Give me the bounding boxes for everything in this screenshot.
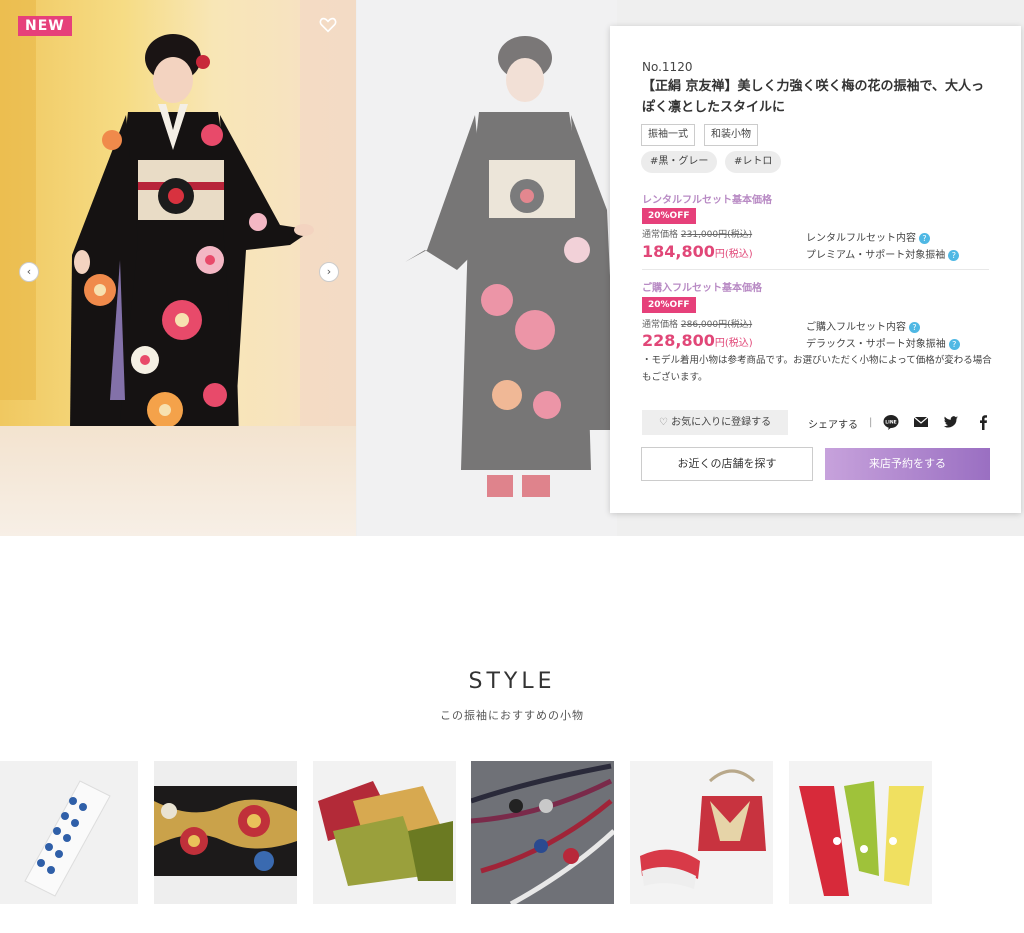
main-product-photo[interactable]: NEW ‹ › bbox=[0, 0, 356, 536]
hashtag-black-gray[interactable]: #黒・グレー bbox=[641, 151, 718, 173]
rental-regular-price: 通常価格 231,000円(税込) bbox=[642, 227, 752, 240]
chevron-right-icon: › bbox=[326, 265, 332, 278]
rental-discount-badge: 20%OFF bbox=[642, 208, 696, 224]
product-info-card: No.1120 【正絹 京友禅】美しく力強く咲く梅の花の振袖で、大人っぽく凛とし… bbox=[610, 26, 1021, 513]
purchase-set-contents-link[interactable]: ご購入フルセット内容? bbox=[806, 318, 920, 333]
prev-image-button[interactable]: ‹ bbox=[19, 262, 39, 282]
help-icon[interactable]: ? bbox=[948, 338, 960, 350]
deluxe-support-link[interactable]: デラックス・サポート対象振袖? bbox=[806, 335, 960, 350]
chevron-left-icon: ‹ bbox=[26, 265, 32, 278]
rental-section-title: レンタルフルセット基本価格 bbox=[642, 195, 772, 206]
rental-set-contents-link[interactable]: レンタルフルセット内容? bbox=[806, 229, 930, 244]
twitter-icon[interactable] bbox=[943, 414, 959, 430]
regular-price-value: 286,000円(税込) bbox=[680, 320, 753, 330]
hashtag-retro[interactable]: #レトロ bbox=[725, 151, 782, 173]
heart-icon[interactable] bbox=[319, 16, 337, 34]
tag-furisode-set[interactable]: 振袖一式 bbox=[641, 124, 695, 146]
help-icon[interactable]: ? bbox=[909, 321, 920, 333]
next-image-button[interactable]: › bbox=[319, 262, 339, 282]
style-subheading: この振袖におすすめの小物 bbox=[440, 709, 584, 722]
new-badge: NEW bbox=[18, 16, 72, 36]
secondary-product-photo[interactable] bbox=[357, 0, 617, 536]
share-divider: | bbox=[869, 417, 873, 428]
accessory-item-obi[interactable] bbox=[154, 761, 297, 904]
haneri-image bbox=[24, 780, 111, 897]
facebook-icon[interactable] bbox=[975, 414, 991, 430]
divider bbox=[642, 269, 989, 270]
date-eri-image bbox=[799, 781, 924, 896]
product-number: No.1120 bbox=[642, 60, 693, 74]
tag-wasou-komono[interactable]: 和装小物 bbox=[704, 124, 758, 146]
regular-price-label: 通常価格 bbox=[642, 230, 679, 240]
accessory-item-date-eri[interactable] bbox=[789, 761, 932, 904]
bag-and-zori-image bbox=[640, 769, 766, 889]
purchase-price-value: 228,800 bbox=[642, 331, 715, 350]
svg-text:LINE: LINE bbox=[885, 420, 896, 426]
purchase-section-title: ご購入フルセット基本価格 bbox=[642, 283, 762, 294]
accessory-item-haneri[interactable] bbox=[0, 761, 138, 904]
accessory-item-obiage[interactable] bbox=[313, 761, 456, 904]
regular-price-label: 通常価格 bbox=[642, 320, 679, 330]
obiage-image bbox=[318, 781, 453, 886]
help-icon[interactable]: ? bbox=[919, 232, 930, 244]
share-label: シェアする bbox=[808, 420, 858, 431]
heart-outline-icon: ♡ bbox=[658, 417, 668, 428]
add-favorite-button[interactable]: ♡ お気に入りに登録する bbox=[642, 410, 788, 435]
obijime-image bbox=[471, 763, 614, 904]
line-icon[interactable]: LINE bbox=[883, 414, 899, 430]
accessory-item-obijime[interactable] bbox=[471, 761, 614, 904]
premium-support-link[interactable]: プレミアム・サポート対象振袖? bbox=[806, 246, 960, 261]
rental-price-value: 184,800 bbox=[642, 242, 715, 261]
purchase-price: 228,800円(税込) bbox=[642, 331, 753, 350]
purchase-regular-price: 通常価格 286,000円(税込) bbox=[642, 317, 752, 330]
purchase-discount-badge: 20%OFF bbox=[642, 297, 696, 313]
hero-gallery: NEW ‹ › No.1120 【正絹 京友禅】美しく力強く咲く梅の花の振袖で、… bbox=[0, 0, 1024, 536]
accessory-item-bag-zori[interactable] bbox=[630, 761, 773, 904]
style-heading: STYLE bbox=[468, 669, 556, 694]
rental-price-unit: 円(税込) bbox=[714, 249, 753, 260]
model-accessory-note: ・モデル着用小物は参考商品です。お選びいただく小物によって価格が変わる場合もござ… bbox=[642, 355, 992, 383]
obi-image bbox=[154, 786, 297, 876]
reserve-visit-button[interactable]: 来店予約をする bbox=[825, 448, 990, 480]
mail-icon[interactable] bbox=[913, 414, 929, 430]
find-store-button[interactable]: お近くの店舗を探す bbox=[641, 447, 813, 481]
kimono-model-faded-image bbox=[405, 36, 617, 497]
help-icon[interactable]: ? bbox=[948, 249, 960, 261]
product-title: 【正絹 京友禅】美しく力強く咲く梅の花の振袖で、大人っぽく凛としたスタイルに bbox=[642, 79, 985, 115]
purchase-price-unit: 円(税込) bbox=[714, 338, 753, 349]
regular-price-value: 231,000円(税込) bbox=[680, 230, 753, 240]
rental-price: 184,800円(税込) bbox=[642, 242, 753, 261]
